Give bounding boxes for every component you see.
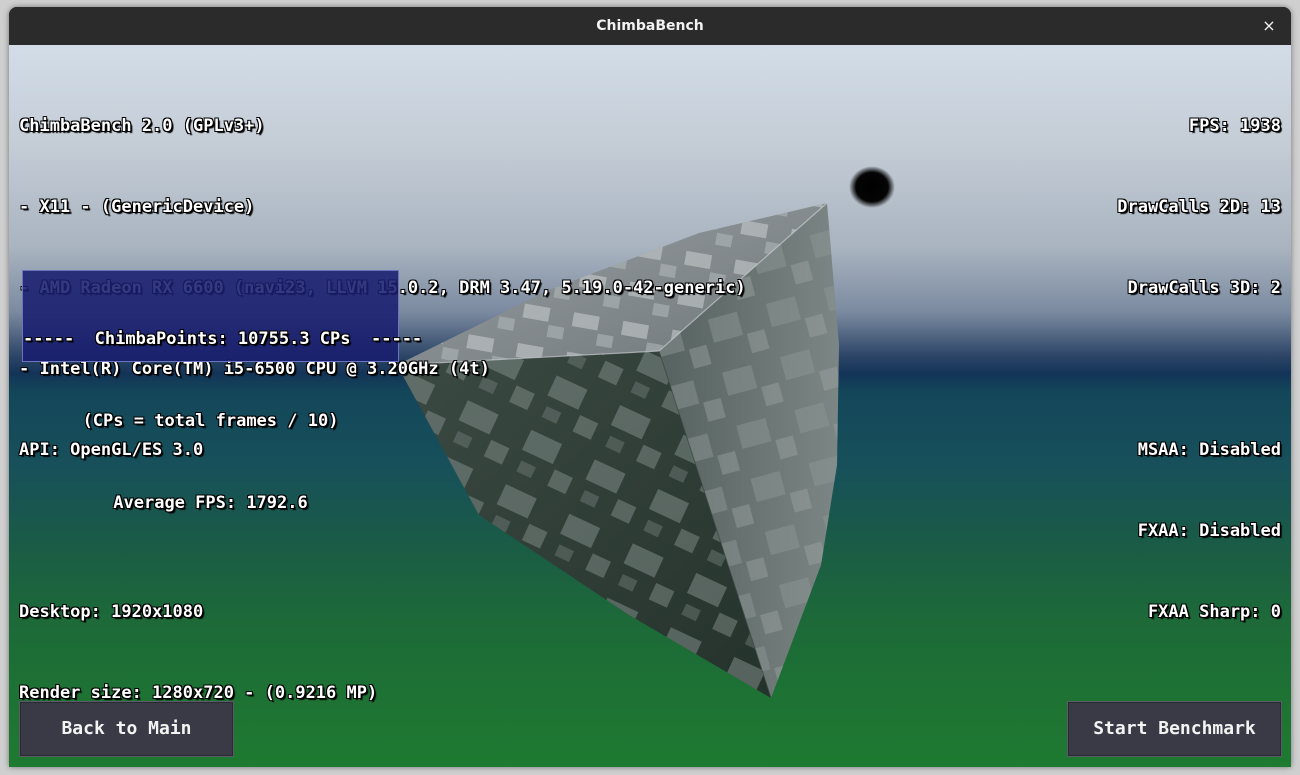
chimba-points-text: ----- ChimbaPoints: 10755.3 CPs ----- [23, 329, 423, 349]
display-server-text: - X11 - (GenericDevice) [19, 197, 255, 217]
title-bar[interactable]: ChimbaBench × [9, 7, 1291, 46]
shadow-blob [849, 166, 895, 208]
render-stats-panel: FPS: 1938 DrawCalls 2D: 13 DrawCalls 3D:… [1117, 59, 1281, 680]
score-formula-text: (CPs = total frames / 10) [82, 411, 339, 431]
app-window: ChimbaBench × ChimbaBench 2.0 (GPLv3+) -… [9, 7, 1291, 767]
score-panel: ----- ChimbaPoints: 10755.3 CPs ----- (C… [22, 270, 423, 513]
spacer-line [1117, 356, 1281, 383]
start-benchmark-button[interactable]: Start Benchmark [1067, 701, 1282, 757]
drawcalls-3d-text: DrawCalls 3D: 2 [1127, 278, 1281, 298]
fxaa-sharp-text: FXAA Sharp: 0 [1147, 602, 1281, 622]
msaa-text: MSAA: Disabled [1137, 440, 1281, 460]
app-version-text: ChimbaBench 2.0 (GPLv3+) [19, 116, 265, 136]
fps-text: FPS: 1938 [1188, 116, 1281, 136]
window-title: ChimbaBench [596, 18, 704, 34]
drawcalls-2d-text: DrawCalls 2D: 13 [1117, 197, 1281, 217]
desktop-resolution-text: Desktop: 1920x1080 [19, 602, 204, 622]
average-fps-text: Average FPS: 1792.6 [113, 493, 308, 513]
close-icon[interactable]: × [1257, 14, 1281, 38]
render-viewport[interactable]: ChimbaBench 2.0 (GPLv3+) - X11 - (Generi… [9, 45, 1291, 767]
fxaa-text: FXAA: Disabled [1137, 521, 1281, 541]
back-to-main-button[interactable]: Back to Main [19, 701, 234, 757]
